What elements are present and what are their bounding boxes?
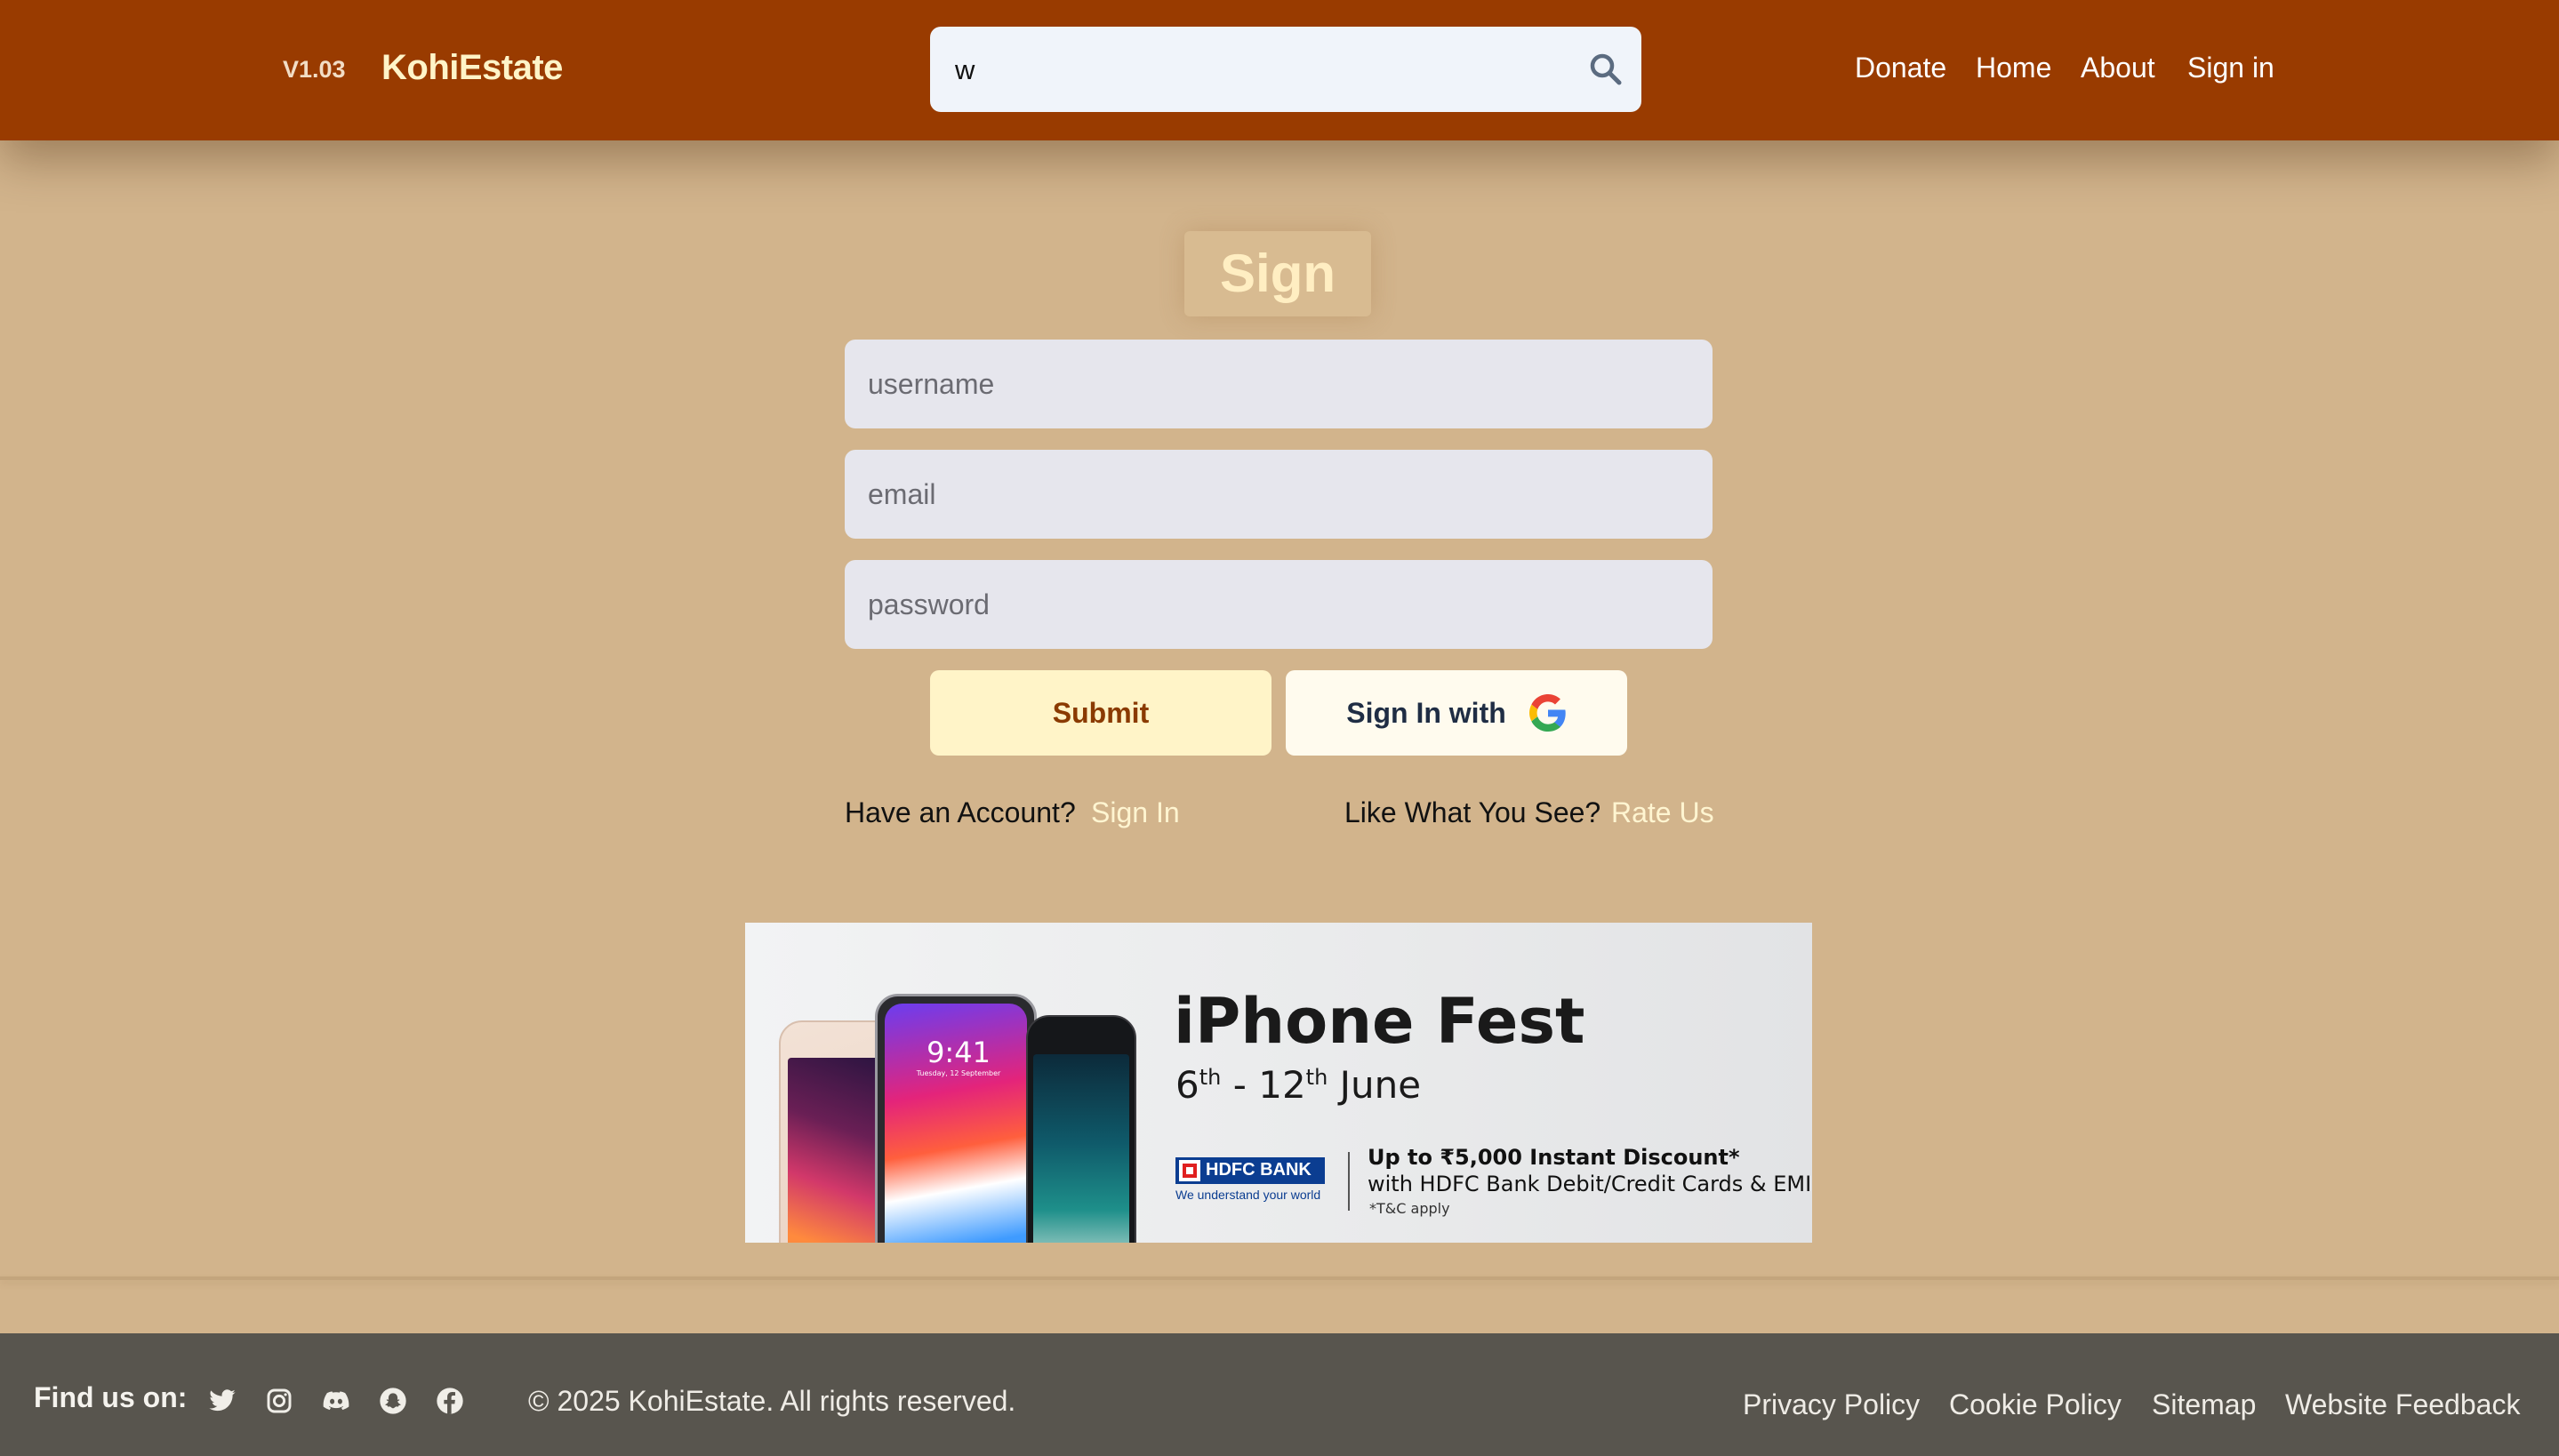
ad-title: iPhone Fest	[1174, 985, 1585, 1058]
discord-icon[interactable]	[322, 1387, 350, 1415]
google-icon	[1528, 694, 1566, 732]
iphone-8-plus-image	[1026, 1015, 1136, 1243]
ad-terms: *T&C apply	[1369, 1200, 1450, 1217]
phone-date: Tuesday, 12 September	[916, 1069, 1001, 1077]
iphone-x-image: 9:41 Tuesday, 12 September	[875, 994, 1037, 1243]
sign-in-link[interactable]: Sign In	[1091, 796, 1180, 829]
footer: Find us on: © 2025 KohiEstate. All right…	[0, 1333, 2559, 1456]
copyright-text: © 2025 KohiEstate. All rights reserved.	[528, 1385, 1016, 1417]
hdfc-tagline: We understand your world	[1175, 1188, 1321, 1202]
google-sign-in-button[interactable]: Sign In with	[1286, 670, 1627, 756]
google-sign-in-label: Sign In with	[1346, 696, 1506, 729]
like-what-text: Like What You See?	[1344, 796, 1601, 828]
search-bar	[930, 27, 1641, 114]
ad-offer-headline: Up to ₹5,000 Instant Discount*	[1368, 1145, 1740, 1170]
search-icon[interactable]	[1588, 52, 1624, 87]
nav-home[interactable]: Home	[1976, 52, 2051, 84]
ad-offer-detail: with HDFC Bank Debit/Credit Cards & EMI	[1368, 1172, 1812, 1196]
submit-button[interactable]: Submit	[930, 670, 1271, 756]
twitter-icon[interactable]	[208, 1387, 237, 1415]
nav-about[interactable]: About	[2081, 52, 2155, 84]
cookie-policy-link[interactable]: Cookie Policy	[1949, 1388, 2122, 1421]
password-field[interactable]	[845, 560, 1713, 649]
nav-sign-in[interactable]: Sign in	[2187, 52, 2274, 84]
phone-time: 9:41	[927, 1036, 991, 1069]
find-us-label: Find us on:	[34, 1381, 188, 1413]
instagram-icon[interactable]	[265, 1387, 293, 1415]
ad-banner[interactable]: 9:41 Tuesday, 12 September iPhone Fest 6…	[745, 923, 1812, 1243]
brand-logo[interactable]: KohiEstate	[381, 48, 563, 88]
search-input[interactable]	[953, 27, 1561, 114]
ad-divider	[1348, 1152, 1350, 1211]
hdfc-bank-logo: HDFC BANK We understand your world	[1175, 1157, 1325, 1202]
version-label: V1.03	[283, 56, 346, 83]
page-title: Sign Up	[1184, 231, 1371, 388]
email-field[interactable]	[845, 450, 1713, 539]
nav-donate[interactable]: Donate	[1855, 52, 1946, 84]
snapchat-icon[interactable]	[379, 1387, 407, 1415]
username-field[interactable]	[845, 340, 1713, 428]
ad-dates: 6th - 12th June	[1175, 1063, 1422, 1107]
content-panel-edge	[0, 1276, 2559, 1280]
sitemap-link[interactable]: Sitemap	[2152, 1388, 2256, 1421]
facebook-icon[interactable]	[436, 1387, 464, 1415]
top-navbar: V1.03 KohiEstate Donate Home About Sign …	[0, 0, 2559, 140]
have-account-text: Have an Account?	[845, 796, 1076, 828]
privacy-policy-link[interactable]: Privacy Policy	[1743, 1388, 1920, 1421]
website-feedback-link[interactable]: Website Feedback	[2285, 1388, 2520, 1421]
rate-us-link[interactable]: Rate Us	[1611, 796, 1714, 829]
